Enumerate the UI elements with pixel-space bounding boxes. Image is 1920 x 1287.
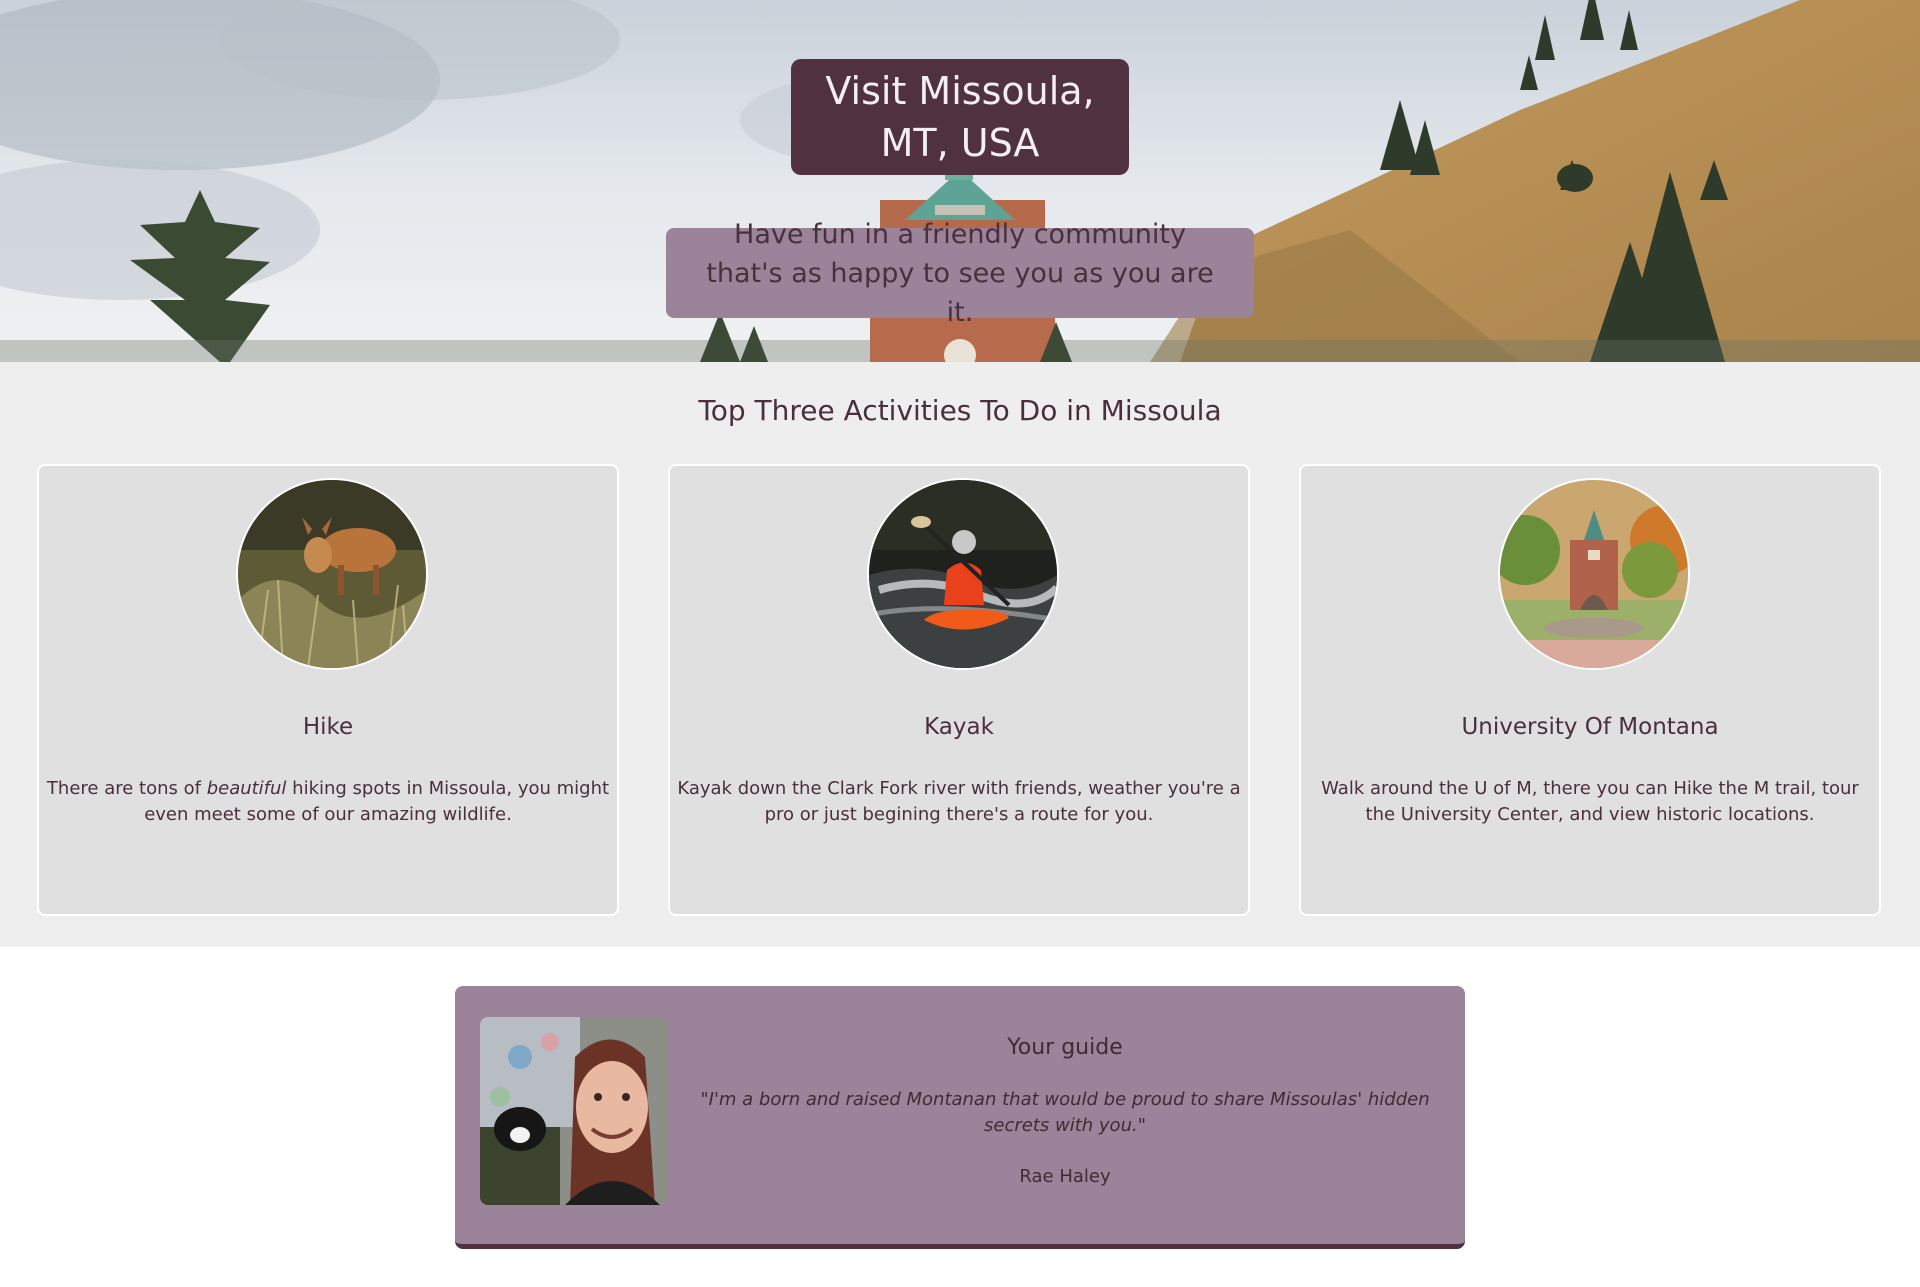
activities-heading: Top Three Activities To Do in Missoula (698, 394, 1222, 427)
deer-photo (236, 478, 428, 670)
guide-name: Rae Haley (1019, 1166, 1111, 1187)
activity-title: University Of Montana (1461, 714, 1719, 740)
guide-heading: Your guide (1007, 1035, 1123, 1060)
university-photo (1498, 478, 1690, 670)
activity-title: Hike (302, 714, 354, 740)
activities-section: Top Three Activities To Do in Missoula H… (0, 362, 1920, 947)
activity-card-university: University Of Montana Walk around the U … (1299, 464, 1881, 916)
page-title: Visit Missoula, MT, USA (791, 59, 1129, 175)
hero-tagline: Have fun in a friendly community that's … (666, 219, 1254, 328)
activity-description: Kayak down the Clark Fork river with fri… (677, 778, 1241, 825)
activity-card-kayak: Kayak Kayak down the Clark Fork river wi… (668, 464, 1250, 916)
guide-quote: "I'm a born and raised Montanan that wou… (700, 1089, 1430, 1136)
activity-description: There are tons of beautiful hiking spots… (46, 778, 610, 825)
kayak-photo (867, 478, 1059, 670)
activity-description: Walk around the U of M, there you can Hi… (1321, 778, 1859, 825)
activity-card-hike: Hike There are tons of beautiful hiking … (37, 464, 619, 916)
activity-title: Kayak (924, 714, 994, 740)
guide-portrait (480, 1017, 668, 1205)
guide-card: Your guide "I'm a born and raised Montan… (455, 986, 1465, 1249)
hero-banner: Visit Missoula, MT, USA Have fun in a fr… (0, 0, 1920, 362)
